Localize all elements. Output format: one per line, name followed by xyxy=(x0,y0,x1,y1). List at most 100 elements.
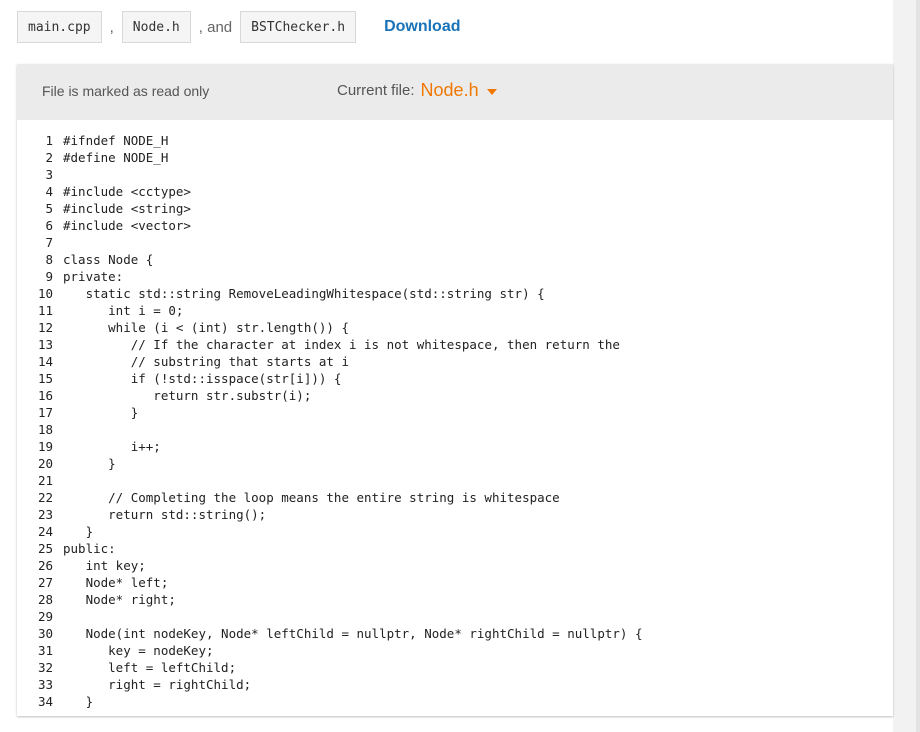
line-number: 18 xyxy=(37,422,53,437)
chevron-down-icon[interactable] xyxy=(486,88,497,95)
line-number: 16 xyxy=(37,388,53,403)
line-number: 33 xyxy=(37,677,53,692)
line-number: 32 xyxy=(37,660,53,675)
line-number: 3 xyxy=(45,167,53,182)
code-text: // substring that starts at i xyxy=(63,354,349,369)
code-line: 32 left = leftChild; xyxy=(17,659,236,676)
code-line: 22 // Completing the loop means the enti… xyxy=(17,489,560,506)
line-number: 8 xyxy=(45,252,53,267)
current-file-selector[interactable]: Current file: Node.h xyxy=(337,80,497,101)
code-panel: File is marked as read only Current file… xyxy=(17,64,893,716)
code-text: Node* left; xyxy=(63,575,169,590)
code-line: 11 int i = 0; xyxy=(17,302,183,319)
code-line: 20 } xyxy=(17,455,116,472)
code-text: if (!std::isspace(str[i])) { xyxy=(63,371,342,386)
line-number: 13 xyxy=(37,337,53,352)
page-scrollbar-thumb[interactable] xyxy=(916,0,920,732)
line-number: 24 xyxy=(37,524,53,539)
code-text: Node(int nodeKey, Node* leftChild = null… xyxy=(63,626,643,641)
code-line: 30 Node(int nodeKey, Node* leftChild = n… xyxy=(17,625,643,642)
code-text: Node* right; xyxy=(63,592,176,607)
code-line: 8 class Node { xyxy=(17,251,153,268)
code-text: i++; xyxy=(63,439,161,454)
line-number: 6 xyxy=(45,218,53,233)
code-line: 1 #ifndef NODE_H xyxy=(17,132,168,149)
code-text: return std::string(); xyxy=(63,507,267,522)
line-number: 31 xyxy=(37,643,53,658)
code-line: 6 #include <vector> xyxy=(17,217,191,234)
code-text: while (i < (int) str.length()) { xyxy=(63,320,349,335)
code-text: left = leftChild; xyxy=(63,660,237,675)
code-line: 5 #include <string> xyxy=(17,200,190,217)
line-number: 25 xyxy=(37,541,53,556)
code-text: #ifndef NODE_H xyxy=(63,133,169,148)
code-line: 9 private: xyxy=(17,268,123,285)
code-text: #define NODE_H xyxy=(63,150,169,165)
file-tab-bstchecker-h[interactable]: BSTChecker.h xyxy=(240,11,357,43)
code-line: 21 xyxy=(17,472,63,489)
code-text: public: xyxy=(63,541,116,556)
code-line: 16 return str.substr(i); xyxy=(17,387,311,404)
line-number: 21 xyxy=(37,473,53,488)
line-number: 5 xyxy=(45,201,53,216)
file-tab-node-h[interactable]: Node.h xyxy=(121,11,191,43)
line-number: 30 xyxy=(37,626,53,641)
line-number: 23 xyxy=(37,507,53,522)
code-text: int i = 0; xyxy=(63,303,184,318)
code-line: 29 xyxy=(17,608,63,625)
code-text: key = nodeKey; xyxy=(63,643,214,658)
code-text: #include <vector> xyxy=(63,218,191,233)
code-text: // Completing the loop means the entire … xyxy=(63,490,560,505)
line-number: 15 xyxy=(37,371,53,386)
line-number: 22 xyxy=(37,490,53,505)
code-editor[interactable]: 1 #ifndef NODE_H 2 #define NODE_H 3 4 #include… xyxy=(17,132,893,716)
code-text: } xyxy=(63,524,94,539)
line-number: 11 xyxy=(37,303,53,318)
code-text: return str.substr(i); xyxy=(63,388,312,403)
line-number: 27 xyxy=(37,575,53,590)
code-line: 12 while (i < (int) str.length()) { xyxy=(17,319,349,336)
readonly-notice: File is marked as read only xyxy=(42,83,210,99)
code-line: 23 return std::string(); xyxy=(17,506,266,523)
code-text: int key; xyxy=(63,558,146,573)
code-line: 4 #include <cctype> xyxy=(17,183,190,200)
code-line: 2 #define NODE_H xyxy=(17,149,168,166)
line-number: 14 xyxy=(37,354,53,369)
line-number: 29 xyxy=(37,609,53,624)
line-number: 20 xyxy=(37,456,53,471)
code-panel-header: File is marked as read only Current file… xyxy=(17,64,893,120)
line-number: 26 xyxy=(37,558,53,573)
download-link[interactable]: Download xyxy=(384,18,460,36)
code-text: } xyxy=(63,405,139,420)
code-line: 3 xyxy=(17,166,63,183)
code-line: 7 xyxy=(17,234,63,251)
line-number: 1 xyxy=(45,133,53,148)
code-line: 15 if (!std::isspace(str[i])) { xyxy=(17,370,342,387)
code-line: 10 static std::string RemoveLeadingWhite… xyxy=(17,285,545,302)
code-text: } xyxy=(63,694,94,709)
code-line: 25 public: xyxy=(17,540,116,557)
line-number: 4 xyxy=(45,184,53,199)
line-number: 10 xyxy=(37,286,53,301)
code-line: 31 key = nodeKey; xyxy=(17,642,214,659)
current-file-label: Current file: xyxy=(337,82,415,99)
line-number: 2 xyxy=(45,150,53,165)
code-line: 24 } xyxy=(17,523,93,540)
code-text: class Node { xyxy=(63,252,154,267)
line-number: 7 xyxy=(45,235,53,250)
line-number: 28 xyxy=(37,592,53,607)
code-line: 19 i++; xyxy=(17,438,161,455)
tab-separator: , xyxy=(109,18,114,36)
code-text: } xyxy=(63,456,116,471)
code-line: 33 right = rightChild; xyxy=(17,676,251,693)
code-line: 26 int key; xyxy=(17,557,146,574)
line-number: 9 xyxy=(45,269,53,284)
file-tab-main-cpp[interactable]: main.cpp xyxy=(17,11,102,43)
code-line: 28 Node* right; xyxy=(17,591,176,608)
line-number: 17 xyxy=(37,405,53,420)
code-text: static std::string RemoveLeadingWhitespa… xyxy=(63,286,545,301)
current-file-value[interactable]: Node.h xyxy=(421,80,479,101)
code-line: 34 } xyxy=(17,693,93,710)
file-tabs-bar: main.cpp , Node.h , and BSTChecker.h Dow… xyxy=(17,10,461,44)
code-text: // If the character at index i is not wh… xyxy=(63,337,620,352)
